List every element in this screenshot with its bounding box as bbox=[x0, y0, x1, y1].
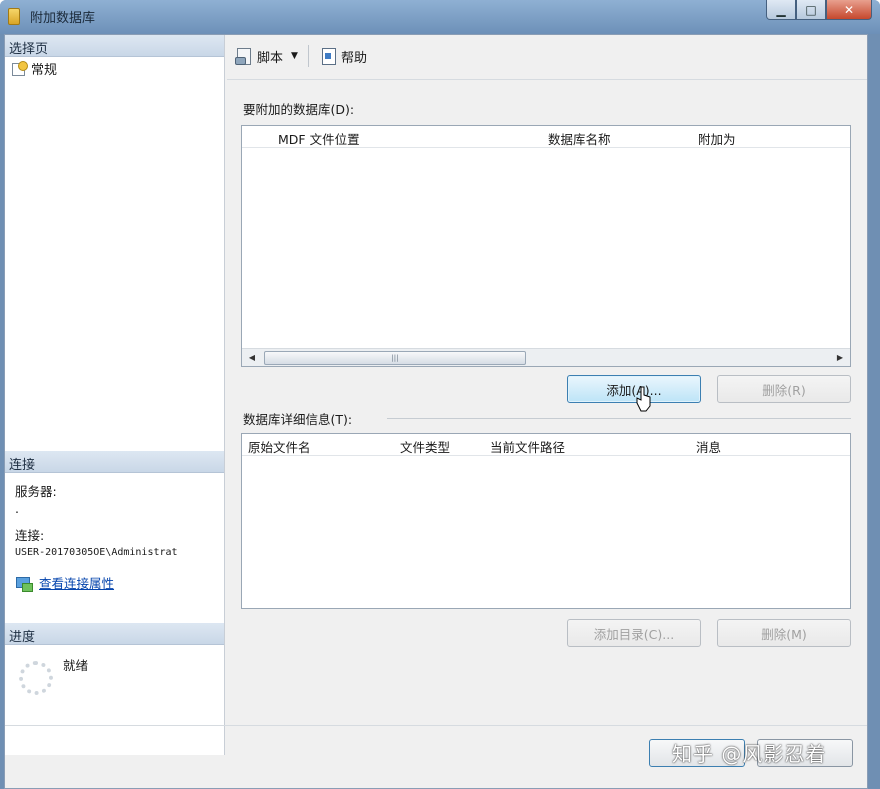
script-dropdown-icon[interactable]: ▼ bbox=[291, 51, 298, 61]
server-value: . bbox=[15, 501, 19, 516]
column-database-name[interactable]: 数据库名称 bbox=[542, 126, 692, 147]
column-current-file-path[interactable]: 当前文件路径 bbox=[484, 434, 690, 455]
column-original-file-name[interactable]: 原始文件名 bbox=[242, 434, 394, 455]
maximize-button[interactable]: □ bbox=[796, 0, 826, 20]
select-page-section: 选择页 常规 bbox=[5, 35, 224, 79]
minimize-button[interactable]: ▁ bbox=[766, 0, 796, 20]
view-connection-properties[interactable]: 查看连接属性 bbox=[5, 573, 224, 592]
connection-header: 连接 bbox=[5, 451, 224, 473]
horizontal-scrollbar[interactable]: ◀ ||| ▶ bbox=[242, 348, 850, 366]
progress-status: 就绪 bbox=[63, 658, 89, 673]
dialog-client-area: 选择页 常规 连接 服务器: . 连接: USER-20170305OE\Adm… bbox=[4, 34, 868, 789]
database-icon bbox=[8, 8, 20, 25]
column-attach-as[interactable]: 附加为 bbox=[692, 126, 842, 147]
close-button[interactable]: ✕ bbox=[826, 0, 872, 20]
maximize-icon: □ bbox=[805, 2, 817, 17]
minimize-icon: ▁ bbox=[776, 2, 786, 17]
connection-label: 连接: bbox=[15, 528, 45, 543]
help-label: 帮助 bbox=[340, 50, 367, 66]
details-grid-header: 原始文件名 文件类型 当前文件路径 消息 bbox=[242, 434, 850, 456]
toolbar: 脚本 ▼ 帮助 bbox=[231, 39, 371, 73]
page-item-general[interactable]: 常规 bbox=[5, 57, 224, 79]
remove-detail-button[interactable]: 删除(M) bbox=[717, 619, 851, 647]
footer-divider bbox=[5, 725, 867, 726]
attach-database-window: 附加数据库 ▁ □ ✕ 选择页 常规 连接 服务器: . 连接: USER-20… bbox=[0, 0, 880, 789]
connection-properties-icon bbox=[15, 575, 33, 592]
column-file-type[interactable]: 文件类型 bbox=[394, 434, 484, 455]
help-icon bbox=[319, 47, 337, 65]
database-details-label: 数据库详细信息(T): bbox=[243, 412, 353, 427]
connection-value: USER-20170305OE\Administrat bbox=[15, 547, 178, 558]
remove-database-button[interactable]: 删除(R) bbox=[717, 375, 851, 403]
view-connection-properties-link[interactable]: 查看连接属性 bbox=[39, 573, 114, 592]
left-pane: 选择页 常规 连接 服务器: . 连接: USER-20170305OE\Adm… bbox=[5, 35, 225, 755]
grid-header: MDF 文件位置 数据库名称 附加为 bbox=[242, 126, 850, 148]
general-page-icon bbox=[11, 61, 28, 76]
database-details-divider bbox=[387, 418, 851, 419]
progress-section: 进度 就绪 bbox=[5, 623, 224, 695]
column-message[interactable]: 消息 bbox=[690, 434, 840, 455]
page-item-label: 常规 bbox=[31, 62, 58, 78]
scroll-thumb[interactable]: ||| bbox=[264, 351, 526, 365]
title-bar: 附加数据库 ▁ □ ✕ bbox=[0, 0, 880, 34]
help-button[interactable]: 帮助 bbox=[315, 45, 371, 68]
add-catalog-button[interactable]: 添加目录(C)... bbox=[567, 619, 701, 647]
close-icon: ✕ bbox=[843, 2, 855, 17]
toolbar-divider bbox=[227, 79, 867, 80]
progress-spinner-icon bbox=[19, 661, 53, 695]
script-label: 脚本 bbox=[257, 50, 284, 66]
toolbar-separator bbox=[307, 45, 309, 67]
select-page-header: 选择页 bbox=[5, 35, 224, 57]
databases-to-attach-label: 要附加的数据库(D): bbox=[243, 102, 355, 117]
scroll-right-icon[interactable]: ▶ bbox=[832, 350, 848, 366]
watermark: 知乎 @风影忍着 bbox=[672, 742, 827, 766]
script-icon bbox=[235, 47, 253, 65]
server-label: 服务器: bbox=[15, 484, 57, 499]
column-mdf-location[interactable]: MDF 文件位置 bbox=[272, 126, 542, 147]
add-database-button[interactable]: 添加(A)... bbox=[567, 375, 701, 403]
window-title: 附加数据库 bbox=[30, 11, 96, 26]
window-controls: ▁ □ ✕ bbox=[766, 0, 872, 22]
databases-to-attach-grid[interactable]: MDF 文件位置 数据库名称 附加为 ◀ ||| ▶ bbox=[241, 125, 851, 367]
connection-section: 连接 服务器: . 连接: USER-20170305OE\Administra… bbox=[5, 451, 224, 592]
scroll-left-icon[interactable]: ◀ bbox=[244, 350, 260, 366]
script-button[interactable]: 脚本 ▼ bbox=[231, 45, 302, 68]
progress-header: 进度 bbox=[5, 623, 224, 645]
mouse-cursor-icon bbox=[636, 386, 651, 412]
database-details-grid[interactable]: 原始文件名 文件类型 当前文件路径 消息 bbox=[241, 433, 851, 609]
